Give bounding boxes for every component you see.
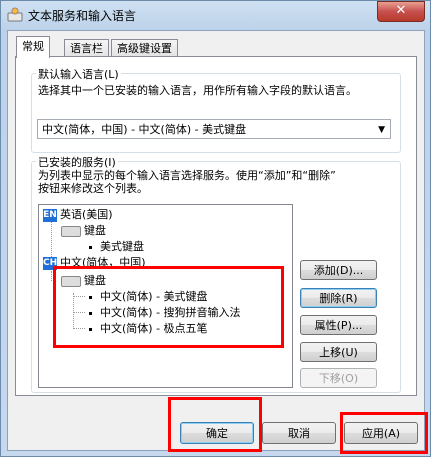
tree-label: 中文(简体) - 极点五笔 (100, 322, 208, 335)
window-title: 文本服务和输入语言 (28, 9, 137, 23)
tree-line (51, 271, 52, 281)
apply-button[interactable]: 应用(A) (344, 422, 418, 444)
tree-item-service[interactable]: 中文(简体) - 美式键盘 (89, 289, 208, 305)
tree-line (73, 312, 85, 313)
bullet-icon (89, 245, 92, 249)
tree-line (51, 219, 52, 259)
ch-language-icon: CH (43, 256, 58, 270)
keyboard-app-icon (7, 7, 23, 22)
title-bar[interactable]: 文本服务和输入语言 ✕ (0, 0, 431, 30)
default-language-value: 中文(简体，中国) - 中文(简体) - 美式键盘 (42, 123, 247, 136)
default-language-description: 选择其中一个已安装的输入语言，用作所有输入字段的默认语言。 (38, 84, 357, 97)
properties-button[interactable]: 属性(P)... (300, 315, 377, 335)
chevron-down-icon[interactable]: ▼ (378, 120, 385, 140)
move-down-button[interactable]: 下移(O) (300, 368, 377, 388)
tree-label: 中文(简体) - 美式键盘 (100, 290, 208, 303)
tree-label: 键盘 (84, 224, 106, 237)
default-language-label: 默认输入语言(L) (36, 66, 121, 82)
tree-label: 键盘 (84, 274, 106, 287)
tree-item-keyboard[interactable]: 键盘 (61, 273, 106, 289)
tree-item-service[interactable]: 中文(简体) - 搜狗拼音输入法 (89, 305, 241, 321)
installed-services-label: 已安装的服务(I) (36, 154, 118, 170)
tab-language-bar[interactable]: 语言栏 (64, 39, 109, 57)
en-language-icon: EN (43, 208, 57, 222)
tree-item-us-keyboard[interactable]: 美式键盘 (89, 239, 144, 255)
keyboard-icon (61, 225, 81, 237)
tab-general[interactable]: 常规 (16, 36, 50, 58)
tab-advanced-keys[interactable]: 高级键设置 (111, 39, 178, 57)
cancel-button[interactable]: 取消 (262, 422, 336, 444)
tree-label: 中文(简体，中国) (60, 256, 146, 269)
keyboard-icon (61, 275, 81, 287)
tree-item-keyboard[interactable]: 键盘 (61, 223, 106, 239)
tree-label: 美式键盘 (100, 240, 144, 253)
remove-button[interactable]: 删除(R) (300, 288, 377, 308)
move-up-button[interactable]: 上移(U) (300, 342, 377, 362)
tree-label: 中文(简体) - 搜狗拼音输入法 (100, 306, 241, 319)
tree-line (73, 293, 74, 327)
tree-item-service[interactable]: 中文(简体) - 极点五笔 (89, 321, 208, 337)
bullet-icon (89, 295, 92, 299)
tree-line (73, 328, 85, 329)
tree-line (73, 296, 85, 297)
installed-services-description-2: 按钮来修改这个列表。 (38, 182, 148, 195)
tree-item-chinese[interactable]: CH 中文(简体，中国) (43, 255, 146, 271)
add-button[interactable]: 添加(D)... (300, 260, 377, 280)
installed-services-description-1: 为列表中显示的每个输入语言选择服务。使用“添加”和“删除” (38, 169, 336, 182)
bullet-icon (89, 311, 92, 315)
close-button[interactable]: ✕ (377, 1, 425, 22)
tree-item-english[interactable]: EN 英语(美国) (43, 207, 113, 223)
tree-label: 英语(美国) (60, 208, 113, 221)
bullet-icon (89, 327, 92, 331)
ok-button[interactable]: 确定 (180, 422, 254, 444)
services-tree[interactable]: EN 英语(美国) 键盘 美式键盘 CH 中文(简体，中国) 键盘 中文(简体) -… (38, 204, 293, 388)
default-language-select[interactable]: 中文(简体，中国) - 中文(简体) - 美式键盘 ▼ (37, 119, 391, 139)
